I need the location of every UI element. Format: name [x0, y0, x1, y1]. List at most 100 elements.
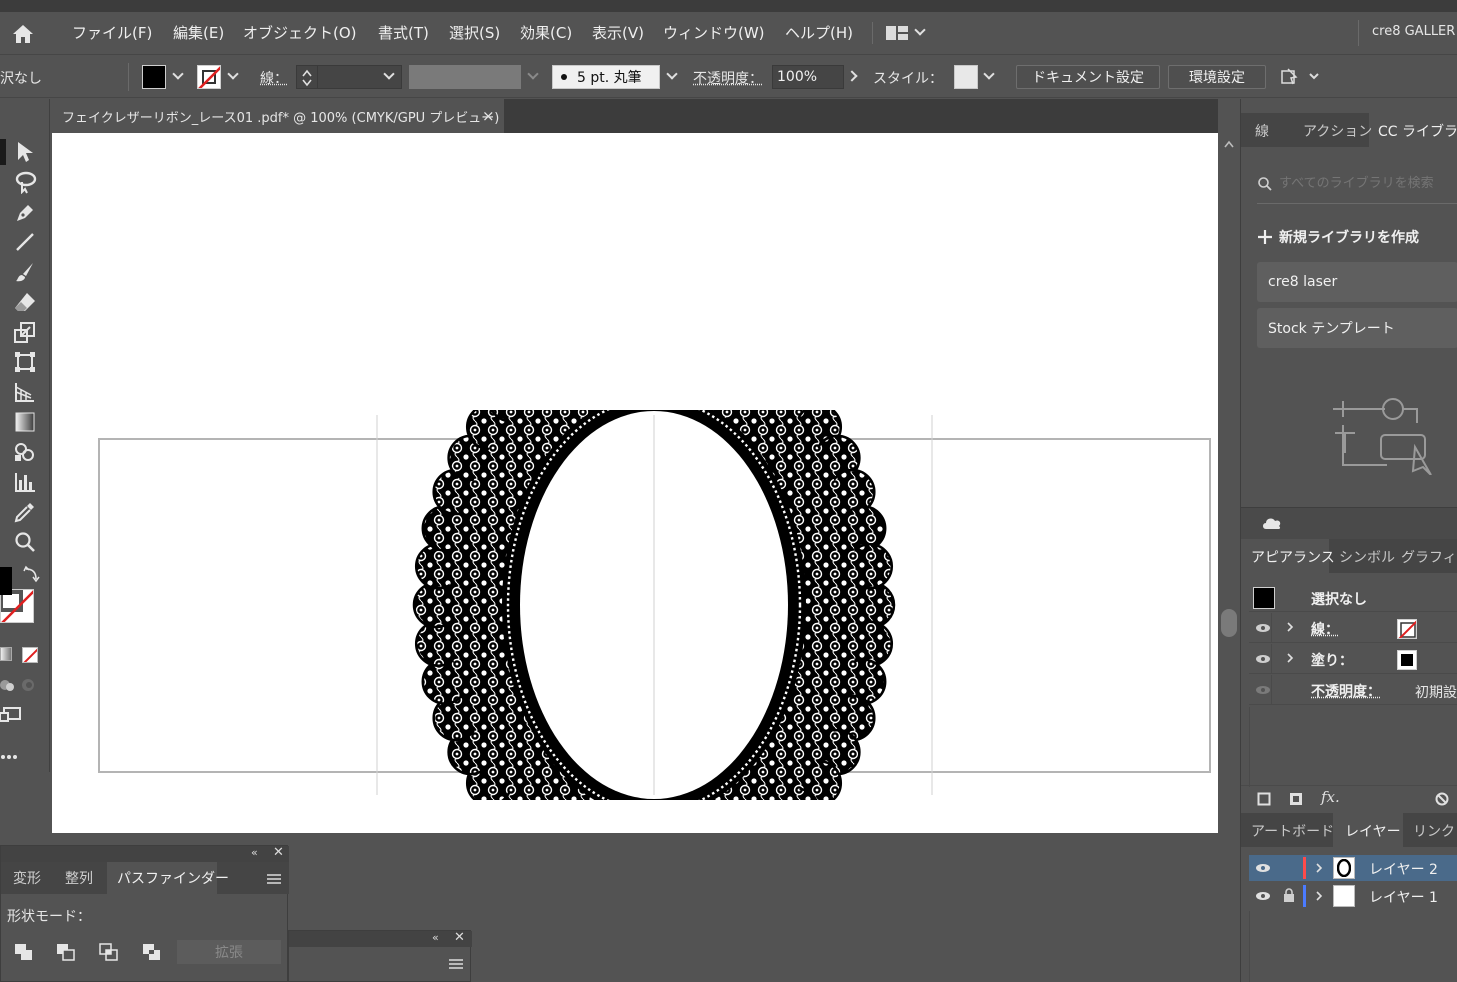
add-fill-icon[interactable]: [1289, 792, 1303, 806]
screen-mode-icon[interactable]: [0, 705, 22, 725]
draw-mode-icon[interactable]: [0, 677, 14, 691]
chevron-right-icon[interactable]: [1315, 862, 1323, 874]
intersect-icon[interactable]: [98, 942, 120, 962]
fill-color-front[interactable]: [0, 567, 12, 595]
menu-effect[interactable]: 効果(C): [520, 22, 572, 43]
unite-icon[interactable]: [13, 942, 35, 962]
scroll-up-icon[interactable]: [1223, 139, 1235, 149]
appearance-stroke-row[interactable]: 線：: [1249, 613, 1457, 643]
free-transform-tool-icon[interactable]: [8, 349, 42, 375]
library-search-input[interactable]: [1279, 171, 1455, 195]
exclude-icon[interactable]: [141, 942, 163, 962]
layer-row[interactable]: レイヤー 1: [1249, 883, 1457, 909]
stroke-weight-field[interactable]: [296, 65, 402, 89]
chevron-down-icon[interactable]: [666, 68, 678, 80]
menu-help[interactable]: ヘルプ(H): [785, 22, 853, 43]
shape-builder-tool-icon[interactable]: [8, 439, 42, 465]
tab-appearance[interactable]: アピアランス: [1251, 547, 1335, 567]
opacity-field[interactable]: 100%: [772, 65, 844, 89]
menu-type[interactable]: 書式(T): [378, 22, 429, 43]
tab-transform[interactable]: 変形: [13, 868, 41, 888]
tab-artboards[interactable]: アートボード: [1251, 821, 1334, 841]
scale-tool-icon[interactable]: [8, 319, 42, 345]
tab-actions[interactable]: アクション: [1303, 121, 1372, 141]
menu-edit[interactable]: 編集(E): [173, 22, 224, 43]
panel-menu-icon[interactable]: [267, 874, 281, 884]
chevron-right-icon[interactable]: [1286, 652, 1294, 664]
artboard-canvas[interactable]: [52, 133, 1218, 833]
selection-tool-icon[interactable]: [8, 139, 42, 165]
chevron-down-icon[interactable]: [983, 68, 995, 80]
eye-icon[interactable]: [1255, 685, 1271, 695]
stepper-icon[interactable]: [301, 69, 313, 87]
preferences-button[interactable]: 環境設定: [1168, 65, 1266, 89]
tab-links[interactable]: リンク: [1413, 821, 1455, 841]
eye-icon[interactable]: [1255, 654, 1271, 664]
scrollbar-thumb[interactable]: [1221, 609, 1237, 637]
stroke-swatch[interactable]: [197, 65, 221, 89]
chevron-down-icon[interactable]: [383, 68, 395, 80]
gradient-mode-icon[interactable]: [0, 647, 12, 661]
tab-stroke[interactable]: 線: [1255, 121, 1269, 141]
tab-layers[interactable]: レイヤー: [1345, 821, 1401, 841]
eye-icon[interactable]: [1255, 863, 1271, 873]
tab-align[interactable]: 整列: [65, 868, 93, 888]
layer-name[interactable]: レイヤー 1: [1369, 887, 1438, 907]
brush-definition[interactable]: 5 pt. 丸筆: [552, 65, 660, 89]
fill-swatch[interactable]: [142, 65, 166, 89]
eyedropper-tool-icon[interactable]: [8, 499, 42, 525]
appearance-opacity-row[interactable]: 不透明度： 初期設: [1249, 675, 1457, 705]
draw-inside-icon[interactable]: [20, 677, 36, 691]
lock-icon[interactable]: [1283, 888, 1295, 902]
panel-menu-icon[interactable]: [449, 959, 463, 969]
opacity-label[interactable]: 不透明度：: [1311, 681, 1381, 701]
gradient-tool-icon[interactable]: [8, 409, 42, 435]
more-tools-icon[interactable]: [0, 747, 20, 759]
appearance-fill-row[interactable]: 塗り：: [1249, 644, 1457, 674]
chevron-right-icon[interactable]: [846, 70, 858, 82]
layer-row[interactable]: レイヤー 2: [1249, 855, 1457, 881]
stroke-label[interactable]: 線：: [1311, 619, 1339, 639]
eraser-tool-icon[interactable]: [8, 289, 42, 315]
eye-icon[interactable]: [1255, 623, 1271, 633]
perspective-grid-tool-icon[interactable]: [8, 379, 42, 405]
close-icon[interactable]: ✕: [273, 845, 284, 860]
cloud-icon[interactable]: [1261, 516, 1283, 530]
library-item-stock-template[interactable]: Stock テンプレート: [1257, 308, 1457, 348]
pen-tool-icon[interactable]: [8, 199, 42, 225]
collapse-icon[interactable]: «: [432, 931, 439, 944]
panel-header[interactable]: « ✕: [289, 930, 472, 947]
artwork[interactable]: [52, 133, 1218, 833]
arrange-documents-button[interactable]: [1278, 65, 1326, 89]
tab-cc-libraries[interactable]: CC ライブラリ: [1378, 121, 1457, 141]
fx-icon[interactable]: fx.: [1321, 788, 1340, 806]
collapse-icon[interactable]: «: [251, 846, 258, 859]
tab-symbols[interactable]: シンボル: [1339, 547, 1395, 567]
menu-file[interactable]: ファイル(F): [72, 22, 152, 43]
chevron-right-icon[interactable]: [1286, 621, 1294, 633]
document-tab[interactable]: フェイクレザーリボン_レース01 .pdf* @ 100% (CMYK/GPU …: [52, 99, 504, 133]
none-mode-icon[interactable]: [22, 647, 38, 663]
workspace-switcher[interactable]: [886, 22, 932, 44]
eye-icon[interactable]: [1255, 891, 1271, 901]
menu-window[interactable]: ウィンドウ(W): [663, 22, 765, 43]
menu-object[interactable]: オブジェクト(O): [243, 22, 357, 43]
graphic-style-swatch[interactable]: [954, 65, 978, 89]
stroke-swatch[interactable]: [1397, 619, 1417, 639]
paintbrush-tool-icon[interactable]: [8, 259, 42, 285]
line-tool-icon[interactable]: [8, 229, 42, 255]
fill-label[interactable]: 塗り：: [1311, 650, 1353, 670]
clear-appearance-icon[interactable]: [1435, 792, 1449, 806]
new-library-button[interactable]: 新規ライブラリを作成: [1257, 227, 1419, 247]
chevron-down-icon[interactable]: [227, 68, 239, 80]
variable-width-profile[interactable]: [409, 65, 521, 89]
opacity-label[interactable]: 不透明度：: [693, 68, 763, 88]
tab-pathfinder[interactable]: パスファインダー: [117, 868, 229, 888]
home-icon[interactable]: [10, 22, 36, 46]
tab-graphic-styles[interactable]: グラフィック: [1401, 547, 1457, 567]
fill-swatch[interactable]: [1397, 650, 1417, 670]
close-icon[interactable]: ✕: [454, 930, 465, 945]
lasso-tool-icon[interactable]: [8, 169, 42, 195]
minus-front-icon[interactable]: [55, 942, 77, 962]
panel-header[interactable]: « ✕: [1, 845, 289, 862]
